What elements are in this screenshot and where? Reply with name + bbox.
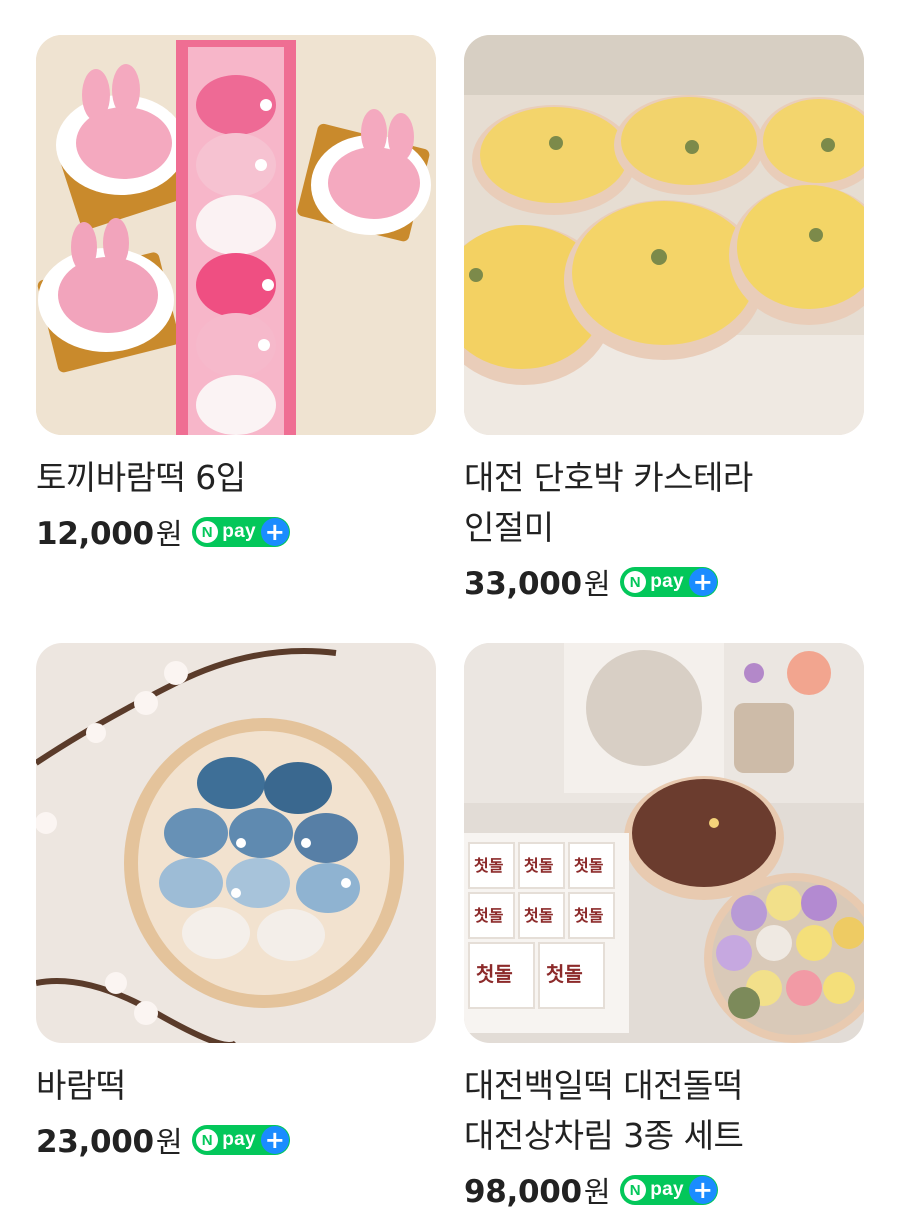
plus-icon: + [260, 1126, 289, 1154]
product-name[interactable]: 대전 단호박 카스테라 인절미 [464, 453, 864, 553]
dol-label: 첫돌 [574, 906, 604, 925]
dol-label: 첫돌 [524, 906, 554, 925]
product-price: 12,000원 [36, 516, 183, 552]
product-price: 33,000원 [464, 566, 611, 602]
dol-label: 첫돌 [524, 856, 554, 875]
npay-plus-badge: N pay + [192, 1125, 290, 1155]
blue-rabbit-rice-cake-photo [36, 643, 436, 1043]
dol-label: 첫돌 [474, 906, 504, 925]
product-card[interactable]: 대전 단호박 카스테라 인절미 33,000원 N pay + [464, 35, 864, 605]
dol-label: 첫돌 [476, 962, 513, 986]
product-image[interactable]: 첫돌 첫돌 첫돌 첫돌 첫돌 첫돌 첫돌 첫돌 [464, 643, 864, 1043]
product-name[interactable]: 대전백일떡 대전돌떡 대전상차림 3종 세트 [464, 1061, 864, 1161]
product-name[interactable]: 바람떡 [36, 1061, 436, 1111]
npay-plus-badge: N pay + [620, 1175, 718, 1205]
price-row: 33,000원 N pay + [464, 559, 864, 605]
npay-plus-badge: N pay + [620, 567, 718, 597]
price-row: 12,000원 N pay + [36, 509, 436, 555]
plus-icon: + [688, 1176, 717, 1204]
dol-label: 첫돌 [574, 856, 604, 875]
product-price: 23,000원 [36, 1124, 183, 1160]
product-name[interactable]: 토끼바람떡 6입 [36, 453, 436, 503]
product-price: 98,000원 [464, 1174, 611, 1210]
npay-n-icon: N [196, 1129, 219, 1151]
product-image[interactable] [36, 643, 436, 1043]
npay-n-icon: N [196, 521, 219, 543]
product-image[interactable] [464, 35, 864, 435]
dol-label: 첫돌 [546, 962, 583, 986]
price-row: 23,000원 N pay + [36, 1117, 436, 1163]
product-card[interactable]: 토끼바람떡 6입 12,000원 N pay + [36, 35, 436, 555]
rice-cake-set-photo: 첫돌 첫돌 첫돌 첫돌 첫돌 첫돌 첫돌 첫돌 [464, 643, 864, 1043]
plus-icon: + [260, 518, 289, 546]
product-card[interactable]: 첫돌 첫돌 첫돌 첫돌 첫돌 첫돌 첫돌 첫돌 대전백일떡 대전돌떡 대전상차림… [464, 643, 864, 1213]
price-row: 98,000원 N pay + [464, 1167, 864, 1213]
npay-plus-badge: N pay + [192, 517, 290, 547]
plus-icon: + [688, 568, 717, 596]
rabbit-rice-cake-photo [36, 35, 436, 435]
npay-n-icon: N [624, 571, 647, 593]
pumpkin-castella-photo [464, 35, 864, 435]
dol-label: 첫돌 [474, 856, 504, 875]
npay-n-icon: N [624, 1179, 647, 1201]
product-image[interactable] [36, 35, 436, 435]
product-card[interactable]: 바람떡 23,000원 N pay + [36, 643, 436, 1163]
